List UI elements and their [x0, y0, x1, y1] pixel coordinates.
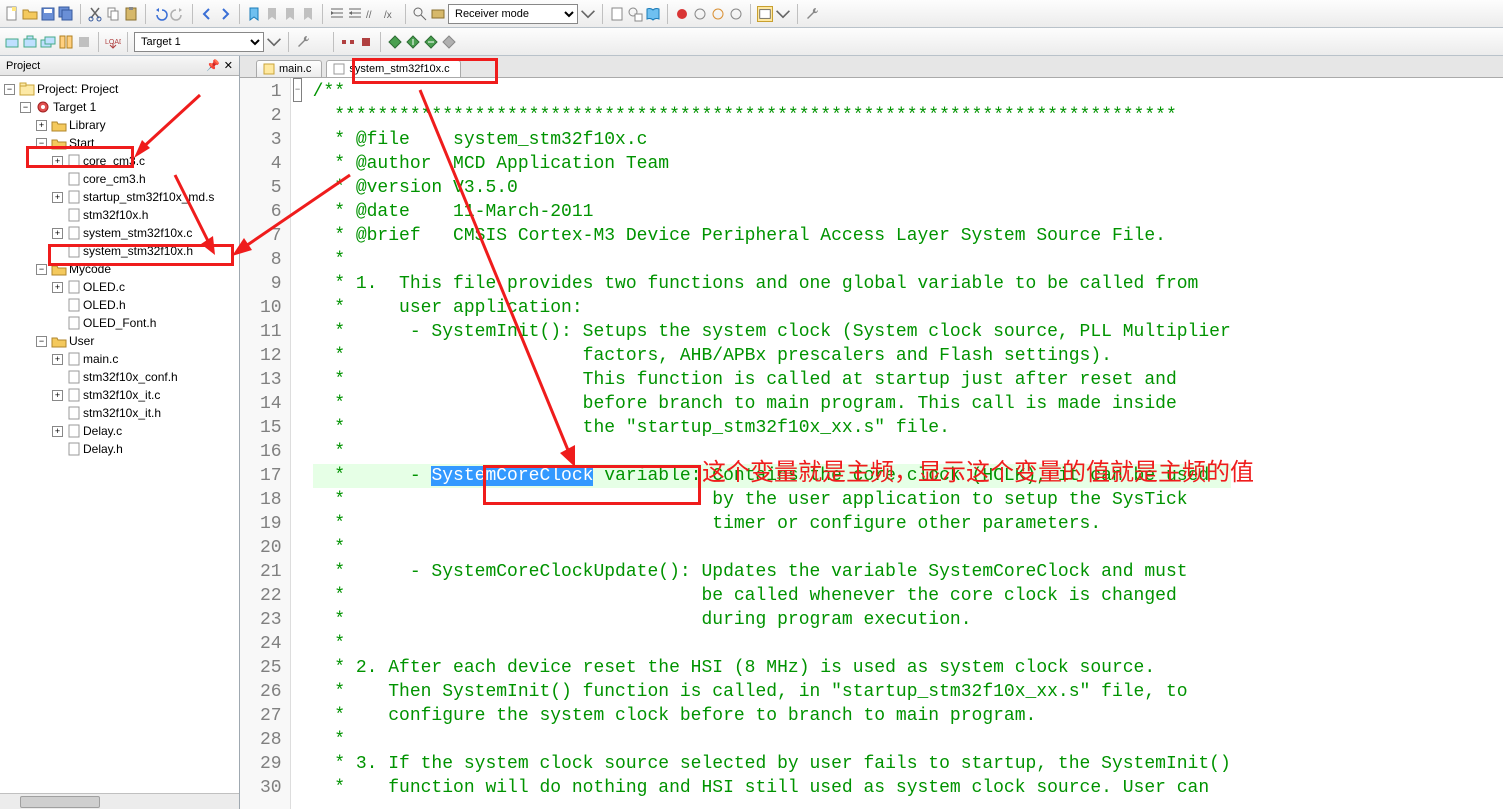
line-number-gutter: 1234567891011121314151617181920212223242…: [240, 78, 291, 809]
cut-icon[interactable]: [87, 6, 103, 22]
project-panel: Project 📌 ✕ − Project: Project −: [0, 56, 240, 809]
comment-icon[interactable]: //: [365, 6, 381, 22]
tree-folder-library[interactable]: +Library: [36, 116, 237, 134]
outdent-icon[interactable]: [347, 6, 363, 22]
tree-file[interactable]: +stm32f10x_it.c: [52, 386, 237, 404]
tab-system-stm32[interactable]: system_stm32f10x.c: [326, 60, 460, 77]
target-combo[interactable]: Target 1: [134, 32, 264, 52]
project-title-bar: Project 📌 ✕: [0, 56, 239, 76]
project-tree[interactable]: − Project: Project − Target 1 +Library: [0, 76, 239, 793]
toolbar-build: LOAD Target 1: [0, 28, 1503, 56]
copy-icon[interactable]: [105, 6, 121, 22]
new-file-icon[interactable]: [4, 6, 20, 22]
save-all-icon[interactable]: [58, 6, 74, 22]
wrench-icon[interactable]: [804, 6, 820, 22]
project-hscroll[interactable]: [0, 793, 239, 809]
batch-build-icon[interactable]: [58, 34, 74, 50]
open-icon[interactable]: [22, 6, 38, 22]
nav-back-icon[interactable]: [199, 6, 215, 22]
tree-root[interactable]: − Project: Project: [4, 80, 237, 98]
code-lines[interactable]: /** ************************************…: [305, 78, 1231, 809]
tree-folder-start[interactable]: −Start: [36, 134, 237, 152]
rec-red-icon[interactable]: [674, 6, 690, 22]
save-icon[interactable]: [40, 6, 56, 22]
translate-icon[interactable]: [4, 34, 20, 50]
receiver-mode-combo[interactable]: Receiver mode: [448, 4, 578, 24]
options-icon[interactable]: [295, 34, 311, 50]
step-diamond1-icon[interactable]: [387, 34, 403, 50]
tree-file-system-c[interactable]: +system_stm32f10x.c: [52, 224, 237, 242]
circle3-icon[interactable]: [728, 6, 744, 22]
debug-run-icon[interactable]: [340, 34, 356, 50]
debug-stop-icon[interactable]: [358, 34, 374, 50]
tree-folder-mycode[interactable]: −Mycode: [36, 260, 237, 278]
tab-main-c[interactable]: main.c: [256, 60, 322, 77]
step-diamond2-icon[interactable]: [405, 34, 421, 50]
tree-file[interactable]: stm32f10x.h: [52, 206, 237, 224]
debug-config-icon[interactable]: [430, 6, 446, 22]
editor-tabs: main.c system_stm32f10x.c: [240, 56, 1503, 78]
uncomment-icon[interactable]: /x: [383, 6, 399, 22]
panel-pin-icon[interactable]: 📌: [206, 59, 220, 72]
bookmark-prev-icon[interactable]: [264, 6, 280, 22]
step-diamond4-icon[interactable]: [441, 34, 457, 50]
download-icon[interactable]: LOAD: [105, 34, 121, 50]
tree-file[interactable]: +startup_stm32f10x_md.s: [52, 188, 237, 206]
bookmark-clear-icon[interactable]: [300, 6, 316, 22]
tree-file[interactable]: core_cm3.h: [52, 170, 237, 188]
find-icon[interactable]: [412, 6, 428, 22]
tree-file[interactable]: stm32f10x_it.h: [52, 404, 237, 422]
tree-folder-user[interactable]: −User: [36, 332, 237, 350]
step-diamond3-icon[interactable]: [423, 34, 439, 50]
fold-column[interactable]: −: [291, 78, 305, 809]
editor-area: main.c system_stm32f10x.c 12345678910111…: [240, 56, 1503, 809]
tree-file[interactable]: stm32f10x_conf.h: [52, 368, 237, 386]
redo-icon[interactable]: [170, 6, 186, 22]
paste-icon[interactable]: [123, 6, 139, 22]
window-icon[interactable]: [757, 6, 773, 22]
circle-icon[interactable]: [692, 6, 708, 22]
tree-file[interactable]: +core_cm3.c: [52, 152, 237, 170]
tree-file[interactable]: +OLED.c: [52, 278, 237, 296]
nav-fwd-icon[interactable]: [217, 6, 233, 22]
rebuild-icon[interactable]: [40, 34, 56, 50]
code-editor[interactable]: 1234567891011121314151617181920212223242…: [240, 78, 1503, 809]
dropdown-arrow-icon[interactable]: [580, 6, 596, 22]
book-icon[interactable]: [645, 6, 661, 22]
doc-icon[interactable]: [609, 6, 625, 22]
undo-icon[interactable]: [152, 6, 168, 22]
tree-file[interactable]: +Delay.c: [52, 422, 237, 440]
tree-target[interactable]: − Target 1: [20, 98, 237, 116]
tree-file[interactable]: OLED.h: [52, 296, 237, 314]
tree-file[interactable]: Delay.h: [52, 440, 237, 458]
dropdown2-icon[interactable]: [775, 6, 791, 22]
tree-file[interactable]: system_stm32f10x.h: [52, 242, 237, 260]
circle2-icon[interactable]: [710, 6, 726, 22]
bookmark-icon[interactable]: [246, 6, 262, 22]
bookmark-next-icon[interactable]: [282, 6, 298, 22]
indent-icon[interactable]: [329, 6, 345, 22]
dropdown3-icon[interactable]: [266, 34, 282, 50]
svg-text://: //: [366, 10, 372, 21]
tree-file[interactable]: +main.c: [52, 350, 237, 368]
build-icon[interactable]: [22, 34, 38, 50]
tree-file[interactable]: OLED_Font.h: [52, 314, 237, 332]
project-title-label: Project: [6, 60, 40, 72]
find-in-files-icon[interactable]: [627, 6, 643, 22]
svg-text:/x: /x: [384, 10, 392, 21]
panel-close-icon[interactable]: ✕: [224, 59, 233, 72]
toolbar-main: // /x Receiver mode: [0, 0, 1503, 28]
stop-build-icon[interactable]: [76, 34, 92, 50]
